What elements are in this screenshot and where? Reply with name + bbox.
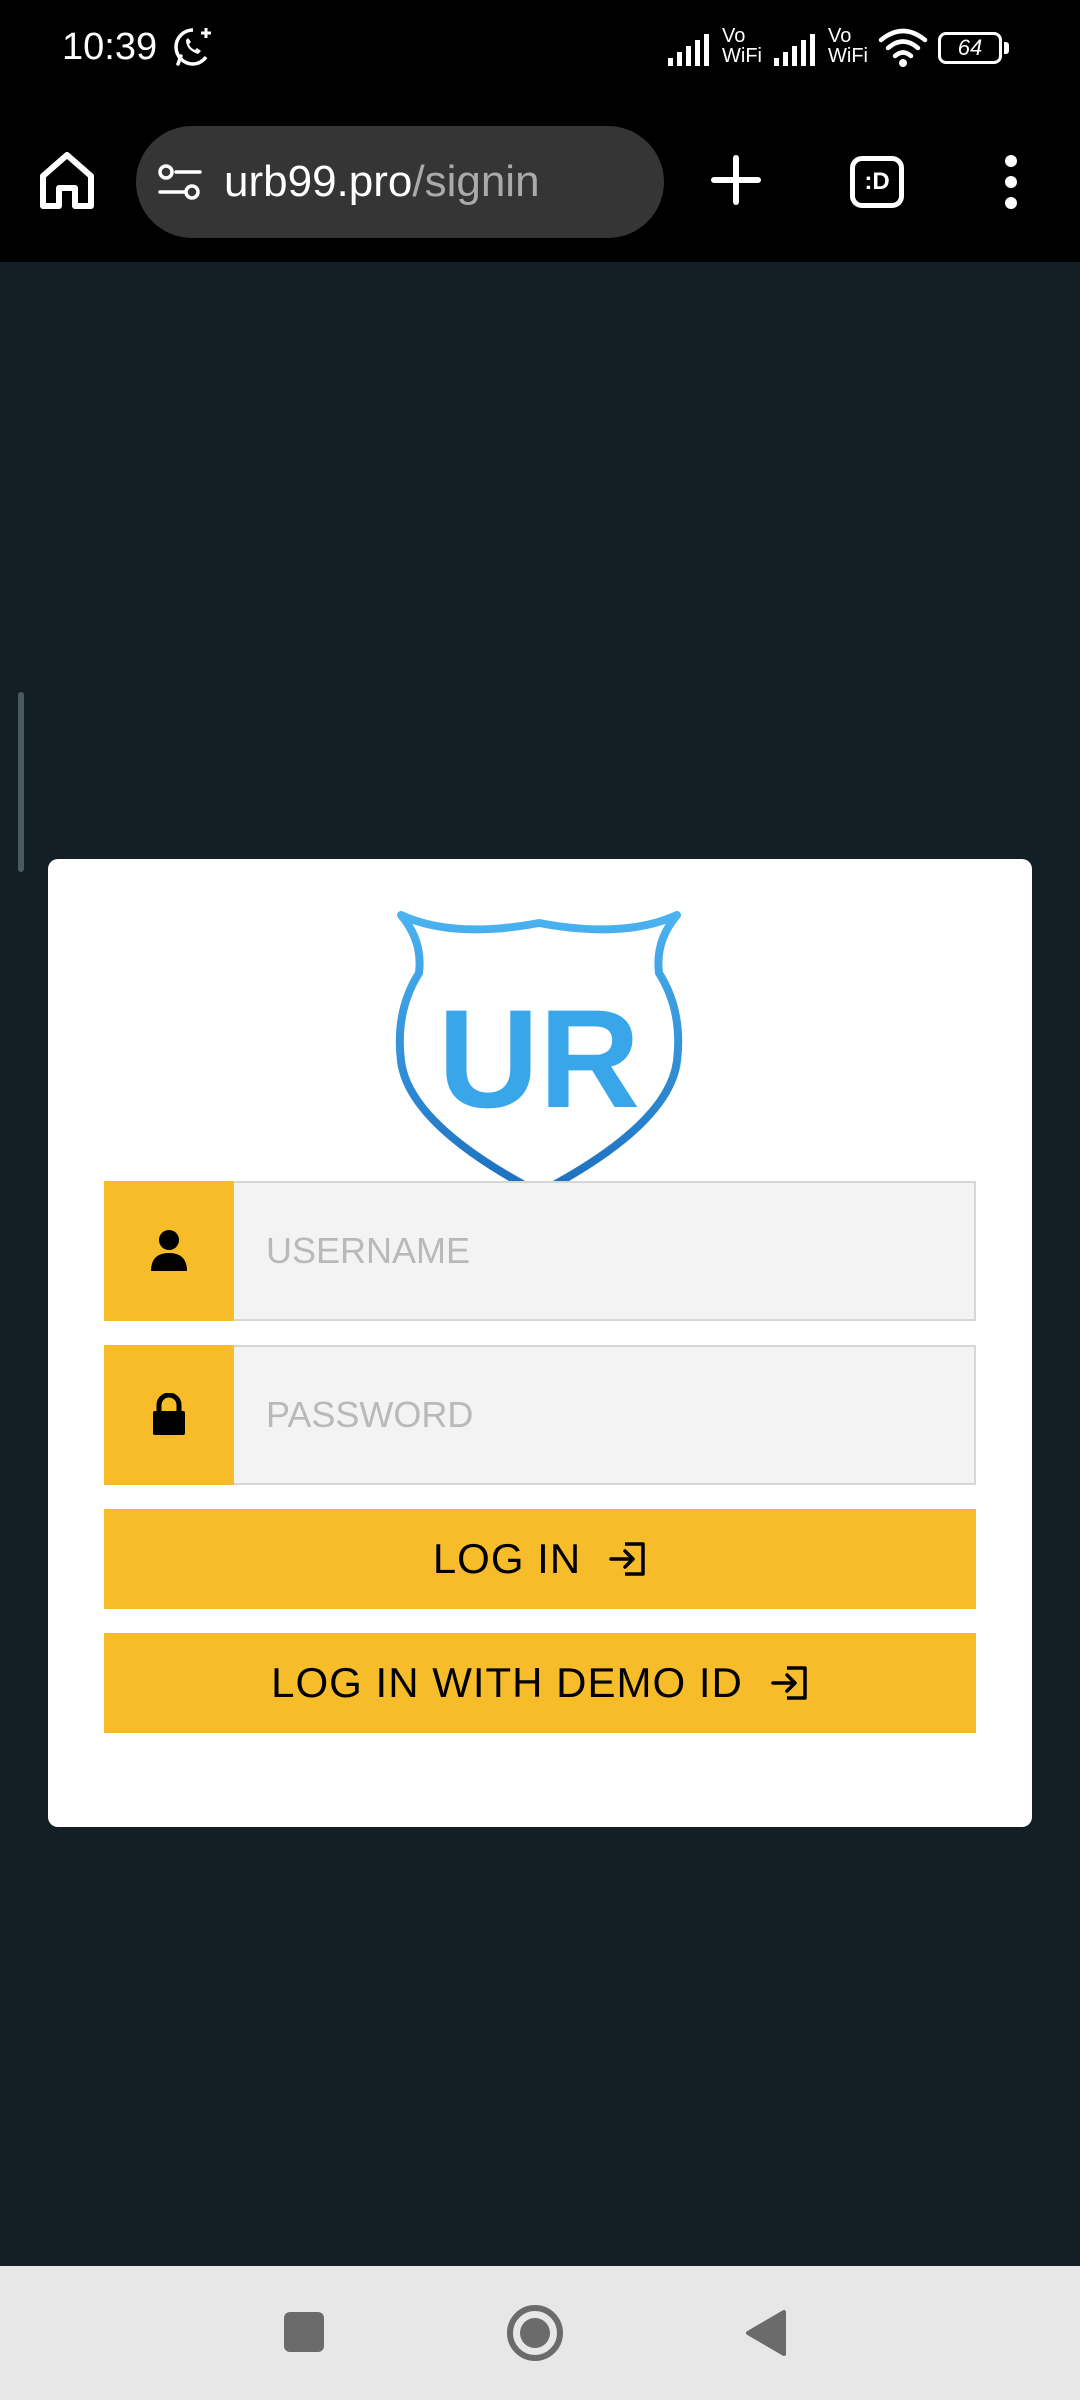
status-time: 10:39 — [62, 26, 158, 68]
site-settings-icon[interactable] — [158, 162, 202, 202]
username-field — [104, 1181, 976, 1321]
recents-icon[interactable] — [284, 2312, 324, 2352]
url-text[interactable]: urb99.pro/signin — [224, 156, 540, 208]
battery-level: 64 — [957, 35, 983, 60]
user-icon — [151, 1230, 187, 1271]
url-bar[interactable]: urb99.pro/signin — [136, 126, 664, 238]
back-icon[interactable] — [744, 2308, 788, 2358]
login-icon — [609, 1542, 645, 1576]
login-button-label: LOG IN — [432, 1535, 582, 1582]
password-input[interactable] — [234, 1345, 976, 1485]
page-content: UR LOG IN — [0, 262, 1080, 2266]
username-icon-box — [104, 1181, 234, 1321]
home-circle-icon[interactable] — [506, 2304, 564, 2362]
sim2-wifi-label: WiFi — [828, 45, 868, 67]
lock-icon — [153, 1393, 185, 1435]
password-field — [104, 1345, 976, 1485]
browser-toolbar: urb99.pro/signin :D — [0, 100, 1080, 262]
sim1-vo-label: Vo — [722, 25, 746, 47]
ur-shield-logo: UR — [395, 911, 683, 1197]
logo-text: UR — [438, 980, 640, 1137]
login-icon — [771, 1666, 807, 1700]
home-icon[interactable] — [38, 150, 96, 210]
demo-login-button[interactable]: LOG IN WITH DEMO ID — [104, 1633, 976, 1733]
login-card: UR LOG IN — [48, 859, 1032, 1827]
password-icon-box — [104, 1345, 234, 1485]
sim2-vo-label: Vo — [828, 25, 852, 47]
plus-icon[interactable] — [710, 154, 762, 206]
whatsapp-icon — [174, 28, 211, 66]
url-domain: urb99.pro — [224, 157, 413, 206]
signal-icon — [774, 34, 815, 66]
url-path: /signin — [412, 157, 540, 206]
demo-login-button-label: LOG IN WITH DEMO ID — [271, 1659, 743, 1706]
signal-icon — [668, 34, 709, 66]
system-nav-bar — [0, 2266, 1080, 2400]
login-button[interactable]: LOG IN — [104, 1509, 976, 1609]
username-input[interactable] — [234, 1181, 976, 1321]
status-bar: 10:39 Vo WiFi Vo WiFi 64 — [0, 0, 1080, 100]
sim1-wifi-label: WiFi — [722, 45, 762, 67]
battery-icon: 64 — [938, 32, 1010, 64]
more-vert-icon[interactable] — [998, 154, 1024, 210]
tabs-icon[interactable]: :D — [850, 156, 904, 208]
scroll-indicator[interactable] — [18, 692, 24, 872]
wifi-icon — [878, 28, 928, 67]
